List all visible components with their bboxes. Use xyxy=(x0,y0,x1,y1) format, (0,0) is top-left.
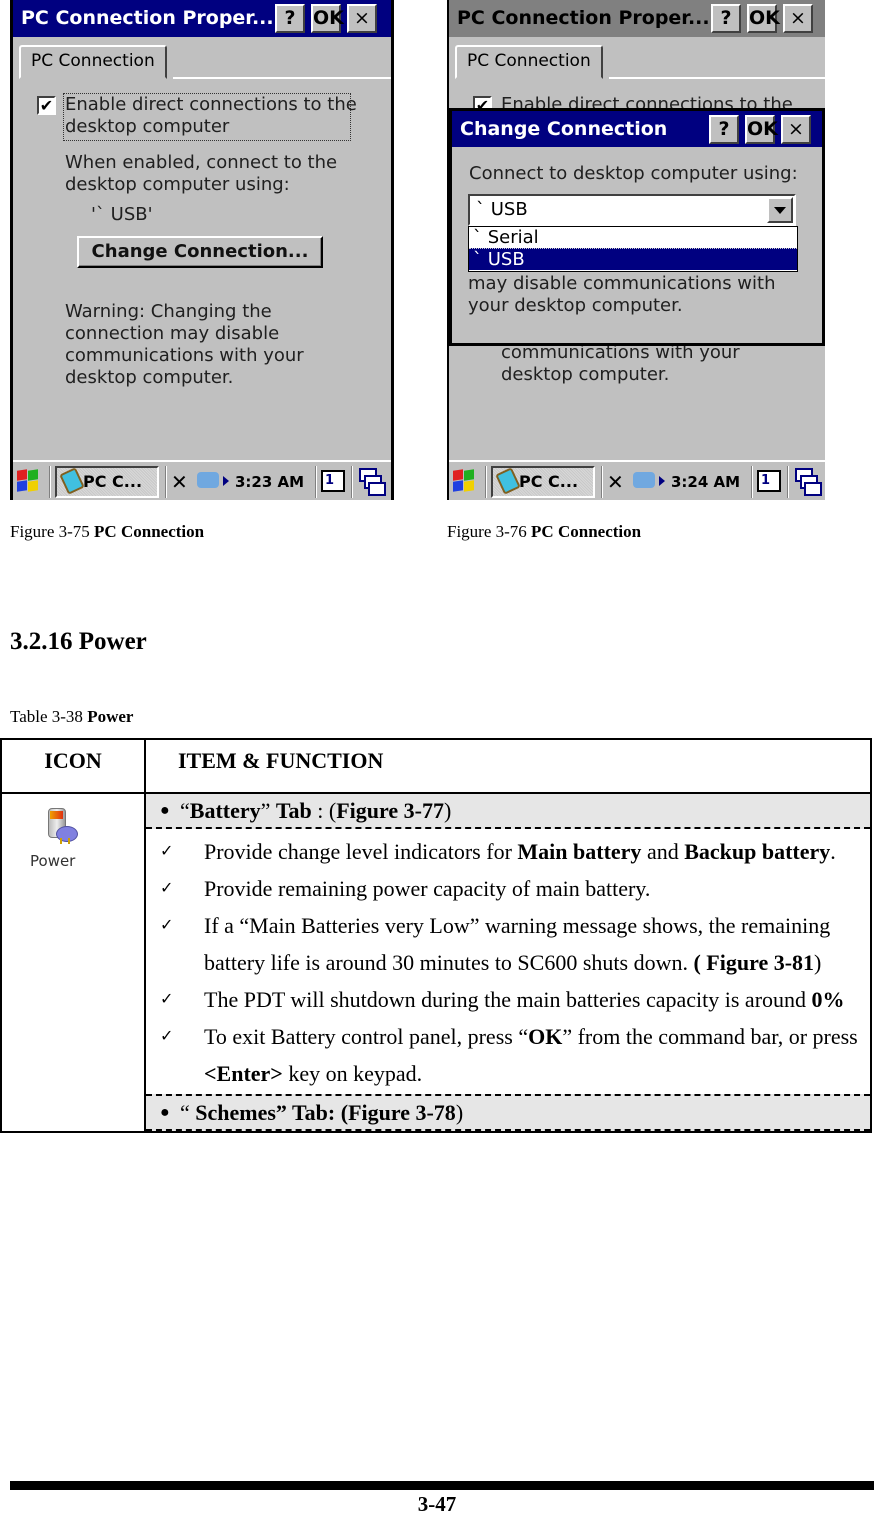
figure-3-75-caption: Figure 3-75 PC Connection xyxy=(10,522,205,541)
current-connection-value: '` USB' xyxy=(91,204,153,225)
power-icon xyxy=(42,808,78,846)
figure-3-76-caption: Figure 3-76 PC Connection xyxy=(447,522,642,541)
dialog-close-button[interactable]: × xyxy=(781,115,811,144)
table-caption: Table 3-38 Power xyxy=(10,707,134,726)
header-icon: ICON xyxy=(0,738,146,794)
battery-tab-row: ● “Battery” Tab : (Figure 3-77) xyxy=(146,794,870,829)
footer-rule xyxy=(10,1481,874,1490)
check-icon: ✓ xyxy=(160,1028,174,1045)
bullet-icon: ● xyxy=(160,802,170,819)
input-panel-icon[interactable]: 1 xyxy=(757,470,781,492)
header-item-function: ITEM & FUNCTION xyxy=(144,738,872,794)
dialog-prompt: Connect to desktop computer using: xyxy=(469,163,798,184)
help-button[interactable]: ? xyxy=(275,4,305,33)
start-windows-icon[interactable] xyxy=(453,469,475,492)
network-disconnected-icon: ✕ xyxy=(607,470,624,494)
taskbar-clock[interactable]: 3:23 AM xyxy=(235,466,304,498)
warning-line3: communications with your xyxy=(65,345,304,366)
power-icon-cell: Power xyxy=(0,792,146,1133)
connection-dropdown-list: ` Serial ` USB xyxy=(468,226,798,272)
power-icon-label: Power xyxy=(30,852,76,870)
close-button[interactable]: × xyxy=(783,4,813,33)
close-button[interactable]: × xyxy=(347,4,377,33)
ok-button[interactable]: OK xyxy=(311,4,344,33)
bg-text-line2: desktop computer. xyxy=(501,364,670,385)
warning-line1: Warning: Changing the xyxy=(65,301,272,322)
check-icon: ✓ xyxy=(160,843,174,860)
taskbar-clock[interactable]: 3:24 AM xyxy=(671,466,740,498)
check-icon: ✓ xyxy=(160,991,174,1008)
checkbox-label-line2: desktop computer xyxy=(65,116,230,137)
checkbox-label-line1: Enable direct connections to the xyxy=(65,94,357,115)
change-connection-button[interactable]: Change Connection... xyxy=(77,236,323,268)
tab-pc-connection[interactable]: PC Connection xyxy=(455,45,603,79)
switch-windows-icon[interactable] xyxy=(795,468,822,496)
help-button[interactable]: ? xyxy=(711,4,741,33)
schemes-tab-row: ● “ Schemes” Tab: (Figure 3-78) xyxy=(146,1094,870,1131)
info-text-line2: desktop computer using: xyxy=(65,174,290,195)
connection-status-icon xyxy=(633,472,655,488)
switch-windows-icon[interactable] xyxy=(359,468,386,496)
section-heading: 3.2.16 Power xyxy=(10,628,147,655)
taskbar: PC C... ✕ 3:24 AM 1 xyxy=(449,460,825,500)
dropdown-option-serial[interactable]: ` Serial xyxy=(469,227,797,248)
list-item: ✓ The PDT will shutdown during the main b… xyxy=(146,981,870,1018)
bullet-icon: ● xyxy=(160,1104,170,1121)
expand-tray-icon[interactable] xyxy=(659,476,665,486)
start-windows-icon[interactable] xyxy=(17,469,39,492)
tab-pc-connection[interactable]: PC Connection xyxy=(19,45,167,79)
warning-line2: connection may disable xyxy=(65,323,280,344)
input-panel-icon[interactable]: 1 xyxy=(321,470,345,492)
connection-status-icon xyxy=(197,472,219,488)
page-number: 3-47 xyxy=(417,1492,457,1516)
dialog-text-line2: your desktop computer. xyxy=(468,295,683,316)
network-disconnected-icon: ✕ xyxy=(171,470,188,494)
dialog-help-button[interactable]: ? xyxy=(709,115,739,144)
power-table: ICON ITEM & FUNCTION Power ● “Battery” T… xyxy=(0,738,872,1133)
dropdown-option-usb[interactable]: ` USB xyxy=(469,248,797,270)
list-item: ✓ Provide change level indicators for Mai… xyxy=(146,833,870,870)
chevron-down-icon[interactable] xyxy=(767,197,793,223)
check-icon: ✓ xyxy=(160,917,174,934)
change-connection-dialog: Change Connection ? OK × Connect to desk… xyxy=(449,108,825,346)
dialog-ok-button[interactable]: OK xyxy=(745,115,778,144)
battery-item-list: ✓ Provide change level indicators for Mai… xyxy=(146,829,870,1094)
figure-3-75-screenshot: PC Connection Proper... ? OK × PC Connec… xyxy=(10,0,394,500)
taskbar-task-pc-connection[interactable]: PC C... xyxy=(55,466,159,498)
warning-line4: desktop computer. xyxy=(65,367,234,388)
window-title: PC Connection Proper... xyxy=(457,7,710,29)
connection-select[interactable]: ` USB xyxy=(468,194,796,226)
pc-connection-app-icon xyxy=(495,467,521,495)
list-item: ✓ To exit Battery control panel, press “O… xyxy=(146,1018,870,1092)
check-icon: ✓ xyxy=(160,880,174,897)
dialog-text-line1: may disable communications with xyxy=(468,273,776,294)
pc-connection-app-icon xyxy=(59,467,85,495)
expand-tray-icon[interactable] xyxy=(223,476,229,486)
list-item: ✓ If a “Main Batteries very Low” warning … xyxy=(146,907,870,981)
list-item: ✓ Provide remaining power capacity of mai… xyxy=(146,870,870,907)
window-title: PC Connection Proper... xyxy=(21,7,274,29)
ok-button[interactable]: OK xyxy=(747,4,780,33)
enable-direct-connections-checkbox[interactable]: ✔ xyxy=(37,96,56,115)
figure-3-76-screenshot: PC Connection Proper... ? OK × PC Connec… xyxy=(447,0,825,500)
taskbar-task-pc-connection[interactable]: PC C... xyxy=(491,466,595,498)
info-text-line1: When enabled, connect to the xyxy=(65,152,338,173)
taskbar: PC C... ✕ 3:23 AM 1 xyxy=(13,460,391,500)
item-function-cell: ● “Battery” Tab : (Figure 3-77) ✓ Provide… xyxy=(144,792,872,1133)
dialog-title: Change Connection xyxy=(460,118,668,140)
